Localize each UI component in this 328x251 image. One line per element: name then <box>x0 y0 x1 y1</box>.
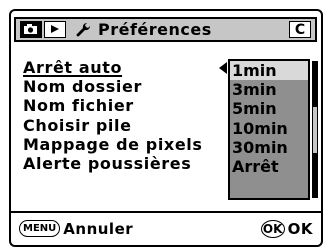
selection-arrow-icon <box>219 62 227 74</box>
camera-menu-screen: Préférences C Arrêt auto Nom dossier Nom… <box>9 9 323 247</box>
tab-icons <box>20 21 66 38</box>
cancel-button[interactable]: MENU Annuler <box>19 219 133 238</box>
scrollbar-thumb[interactable] <box>313 107 317 153</box>
menu-item-arret-auto[interactable]: Arrêt auto <box>23 58 203 77</box>
option-5min[interactable]: 5min <box>230 99 308 118</box>
menu-item-nom-dossier[interactable]: Nom dossier <box>23 77 203 96</box>
menu-key-icon: MENU <box>19 220 61 237</box>
menu-item-alerte-poussieres[interactable]: Alerte poussières <box>23 154 203 173</box>
scrollbar[interactable] <box>312 61 318 198</box>
option-1min[interactable]: 1min <box>230 61 308 81</box>
option-3min[interactable]: 3min <box>230 80 308 99</box>
option-10min[interactable]: 10min <box>230 119 308 138</box>
page-title-wrap: Préférences <box>76 19 212 40</box>
cancel-label: Annuler <box>63 219 134 238</box>
tab-bar: Préférences C <box>14 17 317 42</box>
option-arret[interactable]: Arrêt <box>230 157 308 176</box>
menu-item-choisir-pile[interactable]: Choisir pile <box>23 116 203 135</box>
auto-off-options-dropdown[interactable]: 1min 3min 5min 10min 30min Arrêt <box>228 59 318 200</box>
option-30min[interactable]: 30min <box>230 138 308 157</box>
ok-button[interactable]: OK OK <box>260 219 313 238</box>
page-title: Préférences <box>98 20 212 39</box>
settings-menu: Arrêt auto Nom dossier Nom fichier Chois… <box>23 58 203 173</box>
camera-icon[interactable] <box>20 21 42 38</box>
playback-icon[interactable] <box>44 21 66 38</box>
ok-key-icon: OK <box>260 219 285 238</box>
menu-item-mappage-pixels[interactable]: Mappage de pixels <box>23 135 203 154</box>
menu-item-nom-fichier[interactable]: Nom fichier <box>23 96 203 115</box>
wrench-icon <box>76 22 91 36</box>
custom-mode-indicator: C <box>289 21 311 38</box>
footer-bar: MENU Annuler OK OK <box>11 211 321 245</box>
ok-label: OK <box>287 219 313 238</box>
